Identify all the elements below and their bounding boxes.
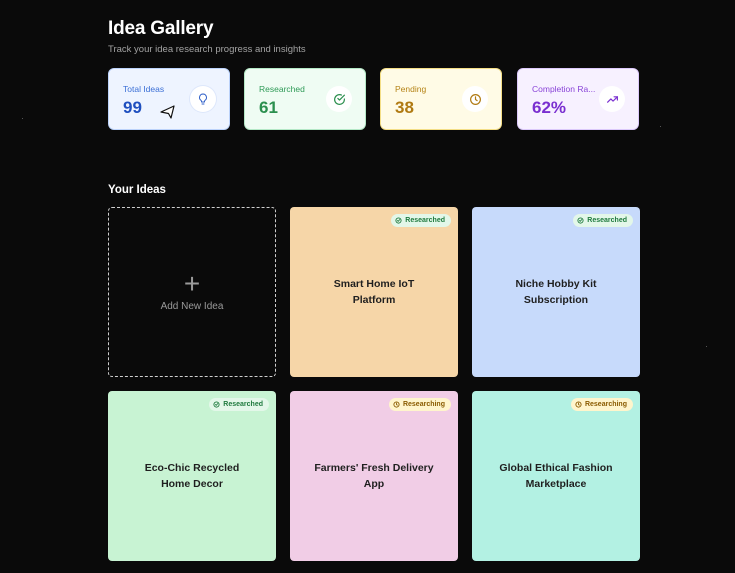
idea-title: Eco-Chic Recycled Home Decor (144, 462, 240, 490)
page-subtitle: Track your idea research progress and in… (108, 44, 306, 55)
stat-value: 38 (395, 98, 414, 117)
stat-card-researched: Researched 61 (244, 68, 366, 130)
idea-card[interactable]: Researched Niche Hobby Kit Subscription (472, 207, 640, 377)
stat-label: Researched (259, 84, 305, 94)
status-badge: Researching (388, 398, 451, 411)
idea-card[interactable]: Researching Farmers' Fresh Delivery App (290, 391, 458, 561)
add-new-idea-button[interactable]: + Add New Idea (108, 207, 276, 377)
background-dot (660, 126, 661, 127)
trending-up-icon (599, 86, 625, 112)
check-circle-icon (326, 86, 352, 112)
background-dot (22, 118, 23, 119)
stat-label: Completion Ra... (532, 84, 596, 94)
section-title: Your Ideas (108, 184, 166, 196)
idea-title: Global Ethical Fashion Marketplace (499, 462, 613, 490)
stat-value: 62% (532, 98, 567, 117)
status-badge-label: Researching (584, 401, 627, 408)
status-badge-label: Researched (405, 217, 445, 224)
status-badge: Researching (570, 398, 633, 411)
idea-card[interactable]: Researching Global Ethical Fashion Marke… (472, 391, 640, 561)
stat-value: 61 (259, 98, 278, 117)
status-badge-label: Researched (587, 217, 627, 224)
clock-icon (393, 401, 400, 408)
idea-title: Smart Home IoT Platform (333, 278, 415, 306)
plus-icon: + (183, 267, 201, 299)
idea-card[interactable]: Researched Eco-Chic Recycled Home Decor (108, 391, 276, 561)
mouse-pointer-icon (160, 105, 176, 124)
status-badge-label: Researched (223, 401, 263, 408)
status-badge: Researched (209, 398, 269, 411)
status-badge: Researched (573, 214, 633, 227)
ideas-grid: + Add New Idea Researched Smart Home IoT… (108, 207, 640, 562)
idea-title: Farmers' Fresh Delivery App (314, 462, 434, 490)
add-new-idea-label: Add New Idea (160, 300, 224, 312)
stat-label: Total Ideas (123, 84, 165, 94)
idea-title: Niche Hobby Kit Subscription (515, 278, 597, 306)
status-badge-label: Researching (402, 401, 445, 408)
status-badge: Researched (391, 214, 451, 227)
page-title: Idea Gallery (108, 18, 214, 39)
check-circle-icon (577, 217, 584, 224)
clock-icon (462, 86, 488, 112)
idea-card[interactable]: Researched Smart Home IoT Platform (290, 207, 458, 377)
check-circle-icon (395, 217, 402, 224)
check-circle-icon (213, 401, 220, 408)
lightbulb-icon (190, 86, 216, 112)
clock-icon (575, 401, 582, 408)
idea-gallery-page: Idea Gallery Track your idea research pr… (0, 0, 735, 573)
stats-row: Total Ideas 99 Researched 61 Pending 38 (108, 68, 640, 132)
stat-label: Pending (395, 84, 427, 94)
stat-card-pending: Pending 38 (380, 68, 502, 130)
page-header: Idea Gallery Track your idea research pr… (108, 18, 306, 56)
background-dot (706, 346, 707, 347)
stat-value: 99 (123, 98, 142, 117)
stat-card-completion-rate: Completion Ra... 62% (517, 68, 639, 130)
